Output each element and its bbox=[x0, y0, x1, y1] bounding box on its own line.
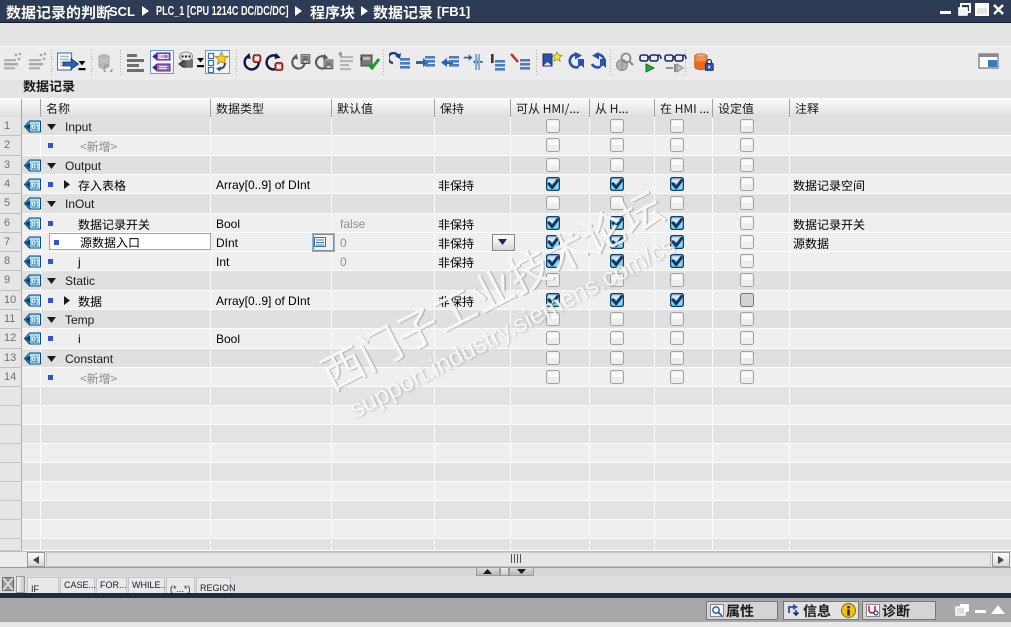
svg-text:01: 01 bbox=[303, 60, 307, 64]
svg-text:01: 01 bbox=[32, 335, 40, 344]
svg-text:01: 01 bbox=[32, 316, 40, 325]
svg-text:01: 01 bbox=[32, 239, 40, 248]
svg-text:01: 01 bbox=[32, 200, 40, 209]
svg-text:01: 01 bbox=[32, 123, 40, 132]
svg-text:01: 01 bbox=[32, 162, 40, 171]
svg-text:01: 01 bbox=[326, 65, 330, 69]
svg-text:01: 01 bbox=[32, 258, 40, 267]
svg-text:01: 01 bbox=[32, 355, 40, 364]
svg-text:01: 01 bbox=[160, 55, 166, 61]
svg-text:01: 01 bbox=[32, 277, 40, 286]
svg-text:01: 01 bbox=[32, 220, 40, 229]
svg-text:01: 01 bbox=[32, 181, 40, 190]
svg-text:01: 01 bbox=[32, 297, 40, 306]
